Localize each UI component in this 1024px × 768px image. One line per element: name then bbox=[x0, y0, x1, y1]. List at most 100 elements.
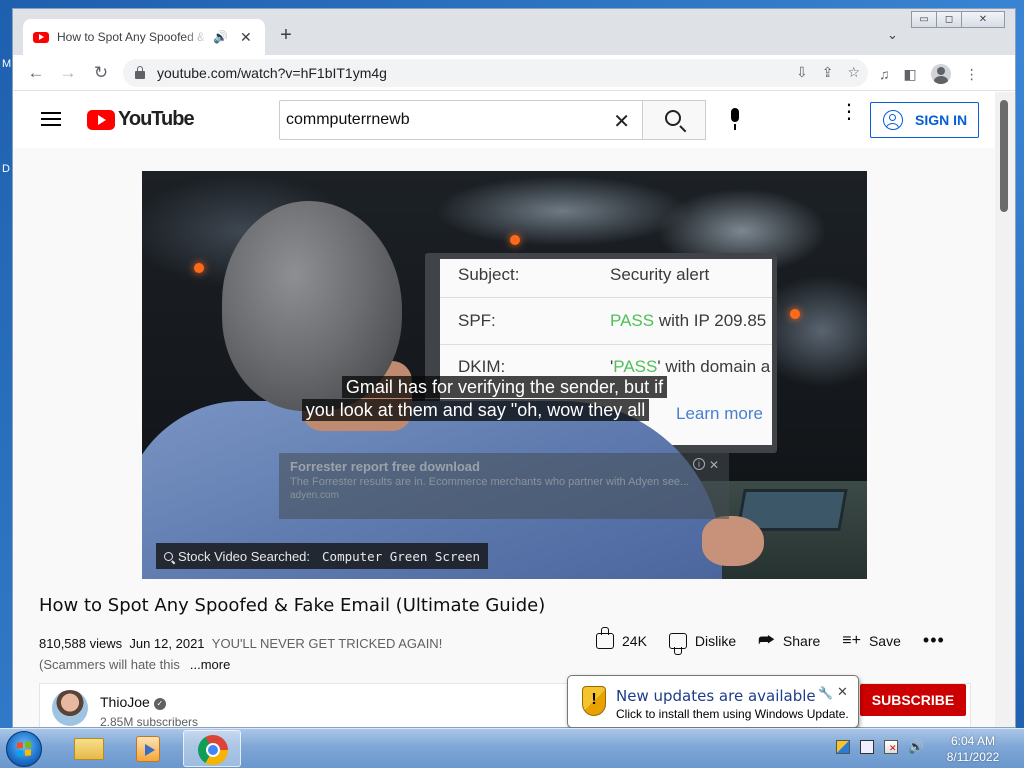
video-presenter-hand bbox=[702, 516, 764, 566]
save-label: Save bbox=[868, 632, 901, 649]
ad-title: Forrester report free download bbox=[290, 459, 480, 474]
share-button[interactable]: ⮫ Share bbox=[758, 630, 820, 651]
search-clear-icon[interactable]: ✕ bbox=[613, 109, 630, 134]
notification-title: New updates are available bbox=[616, 687, 816, 705]
side-panel-icon[interactable]: ◧ bbox=[904, 66, 917, 83]
playlist-add-icon: ≡+ bbox=[842, 631, 861, 649]
desktop-icon-label: M bbox=[2, 58, 12, 70]
video-player[interactable]: Subject: Security alert SPF: PASS with IP … bbox=[142, 171, 867, 579]
hamburger-menu-icon[interactable] bbox=[41, 112, 61, 126]
network-icon[interactable] bbox=[860, 740, 874, 754]
more-link[interactable]: ...more bbox=[190, 657, 230, 672]
forward-arrow-icon[interactable]: → bbox=[58, 63, 78, 83]
notification-close-icon[interactable]: ✕ bbox=[837, 684, 848, 700]
folder-icon bbox=[74, 738, 104, 760]
channel-avatar[interactable] bbox=[52, 690, 88, 726]
maximize-button[interactable]: ◻ bbox=[936, 11, 962, 28]
action-center-flag-icon[interactable] bbox=[884, 740, 898, 754]
tab-close-icon[interactable]: ✕ bbox=[240, 29, 252, 46]
start-button[interactable] bbox=[6, 731, 42, 767]
taskbar-media-player[interactable] bbox=[118, 730, 176, 767]
reload-icon[interactable]: ↻ bbox=[91, 63, 111, 83]
subscribe-button[interactable]: SUBSCRIBE bbox=[860, 684, 966, 716]
search-input[interactable] bbox=[286, 109, 596, 131]
windows-update-notification[interactable]: New updates are available Click to insta… bbox=[567, 675, 859, 728]
notification-text: Click to install them using Windows Upda… bbox=[616, 707, 849, 721]
ad-info-icon[interactable]: i bbox=[693, 458, 705, 470]
new-tab-button[interactable]: + bbox=[275, 25, 297, 47]
more-actions-icon[interactable]: ••• bbox=[923, 630, 945, 651]
clock-date: 8/11/2022 bbox=[946, 750, 1000, 764]
browser-window: How to Spot Any Spoofed & Fake Email (Ul… bbox=[12, 8, 1016, 728]
youtube-favicon-icon bbox=[33, 31, 49, 43]
chrome-icon bbox=[198, 735, 228, 765]
video-description-line2[interactable]: (Scammers will hate this ...more bbox=[39, 657, 230, 672]
scrollbar-thumb[interactable] bbox=[1000, 100, 1008, 212]
youtube-logo[interactable]: YouTube bbox=[87, 108, 195, 131]
tab-search-chevron-icon[interactable]: ⌄ bbox=[887, 27, 898, 43]
sign-in-button[interactable]: SIGN IN bbox=[870, 102, 979, 138]
sign-in-label: SIGN IN bbox=[915, 112, 968, 128]
account-icon bbox=[883, 110, 903, 130]
tab-audio-icon[interactable]: 🔊 bbox=[213, 30, 228, 44]
screen-row-dkim: DKIM: 'PASS' with domain a bbox=[458, 357, 771, 376]
thumbs-up-icon bbox=[596, 626, 614, 649]
page-scrollbar[interactable] bbox=[995, 92, 1015, 727]
microphone-icon[interactable] bbox=[725, 108, 745, 132]
volume-icon[interactable]: 🔊 bbox=[908, 739, 924, 755]
thumbs-down-icon bbox=[668, 632, 687, 649]
browser-menu-icon[interactable]: ⋮ bbox=[965, 66, 979, 83]
search-button[interactable] bbox=[642, 100, 706, 140]
video-map-dot bbox=[510, 235, 520, 245]
dislike-button[interactable]: Dislike bbox=[668, 632, 737, 649]
share-page-icon[interactable]: ⇪ bbox=[822, 64, 834, 81]
video-title: How to Spot Any Spoofed & Fake Email (Ul… bbox=[39, 595, 546, 616]
screen-row-subject: Subject: Security alert bbox=[458, 265, 710, 284]
url-text[interactable]: youtube.com/watch?v=hF1bIT1ym4g bbox=[157, 65, 387, 81]
tab-strip: How to Spot Any Spoofed & Fake Email (Ul… bbox=[13, 9, 1015, 55]
search-icon bbox=[164, 551, 173, 561]
channel-name[interactable]: ThioJoe ✓ bbox=[100, 694, 166, 710]
taskbar-chrome[interactable] bbox=[183, 730, 241, 767]
tab-title: How to Spot Any Spoofed & Fake Email (Ul… bbox=[57, 30, 207, 44]
video-description[interactable]: 810,588 views Jun 12, 2021 YOU'LL NEVER … bbox=[39, 636, 442, 651]
system-clock[interactable]: 6:04 AM 8/11/2022 bbox=[944, 733, 1002, 765]
window-controls: ▭ ◻ ✕ bbox=[911, 11, 1005, 28]
taskbar: 🔊 6:04 AM 8/11/2022 bbox=[0, 728, 1024, 768]
lock-icon[interactable] bbox=[135, 66, 145, 79]
like-button[interactable]: 24K bbox=[596, 626, 647, 649]
ad-close-icon[interactable]: ✕ bbox=[709, 458, 719, 472]
media-control-icon[interactable]: ♫ bbox=[879, 66, 890, 82]
install-app-icon[interactable]: ⇩ bbox=[796, 64, 808, 81]
search-icon bbox=[665, 110, 681, 126]
warning-shield-icon bbox=[582, 686, 606, 716]
search-box: ✕ bbox=[279, 100, 643, 140]
back-arrow-icon[interactable]: ← bbox=[26, 63, 46, 83]
address-bar[interactable]: youtube.com/watch?v=hF1bIT1ym4g ⇩ ⇪ ☆ bbox=[123, 59, 868, 87]
profile-avatar-icon[interactable] bbox=[930, 64, 951, 84]
subscriber-count: 2.85M subscribers bbox=[100, 715, 199, 728]
screen-row-spf: SPF: PASS with IP 209.85 bbox=[458, 311, 767, 330]
ad-overlay[interactable]: Forrester report free download The Forre… bbox=[279, 453, 729, 519]
taskbar-explorer[interactable] bbox=[58, 730, 116, 767]
system-tray: 🔊 bbox=[836, 739, 924, 755]
upload-date: Jun 12, 2021 bbox=[129, 636, 205, 651]
youtube-header: YouTube ✕ ⋮ SIGN IN bbox=[13, 92, 997, 148]
toolbar-right-actions: ♫ ◧ ⋮ bbox=[879, 64, 979, 84]
description-text: (Scammers will hate this bbox=[39, 657, 180, 672]
wrench-icon[interactable]: 🔧 bbox=[818, 686, 833, 700]
close-window-button[interactable]: ✕ bbox=[961, 11, 1005, 28]
browser-tab-active[interactable]: How to Spot Any Spoofed & Fake Email (Ul… bbox=[23, 19, 265, 55]
view-count: 810,588 views bbox=[39, 636, 123, 651]
clock-time: 6:04 AM bbox=[950, 734, 996, 748]
windows-logo-icon bbox=[17, 741, 31, 757]
bookmark-star-icon[interactable]: ☆ bbox=[847, 64, 860, 81]
save-button[interactable]: ≡+ Save bbox=[842, 632, 901, 650]
desktop-icon-label: D bbox=[2, 163, 10, 175]
minimize-button[interactable]: ▭ bbox=[911, 11, 937, 28]
browser-toolbar: ← → ↻ youtube.com/watch?v=hF1bIT1ym4g ⇩ … bbox=[13, 55, 1015, 91]
video-actions: 24K Dislike ⮫ Share ≡+ Save ••• bbox=[596, 626, 945, 651]
dislike-label: Dislike bbox=[694, 632, 737, 649]
more-options-icon[interactable]: ⋮ bbox=[839, 102, 859, 122]
windows-update-tray-icon[interactable] bbox=[836, 740, 850, 754]
